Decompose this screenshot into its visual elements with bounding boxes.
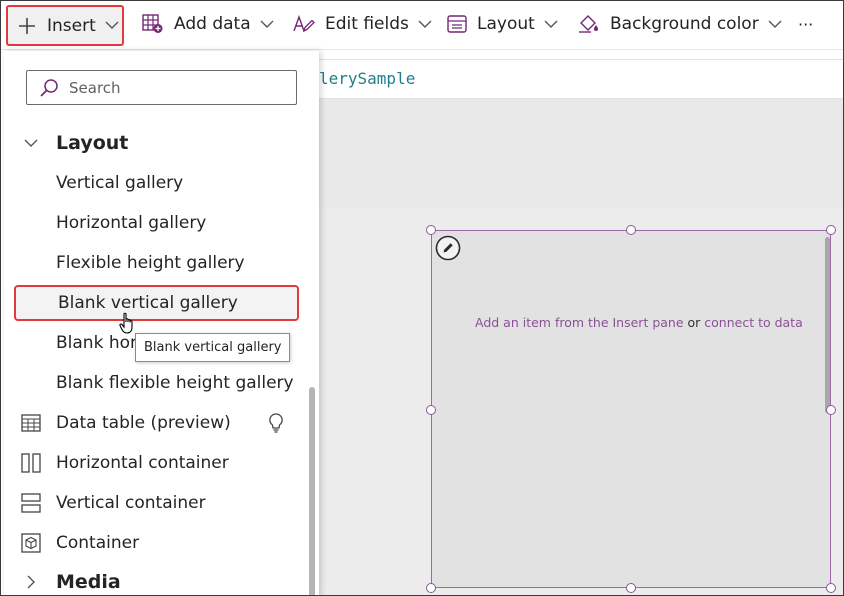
background-color-button[interactable]: Background color <box>578 1 782 47</box>
hand-cursor-icon <box>119 312 133 334</box>
chevron-down-icon <box>260 20 274 28</box>
chevron-down-icon <box>24 139 38 147</box>
more-options-button[interactable]: ··· <box>798 1 813 47</box>
chevron-down-icon <box>768 20 782 28</box>
edit-pencil-icon[interactable] <box>435 235 461 265</box>
plus-icon <box>19 17 35 34</box>
layout-label: Layout <box>477 14 535 34</box>
resize-handle-middle-right[interactable] <box>826 405 836 415</box>
layout-section-label: Layout <box>56 132 129 154</box>
media-section-label: Media <box>56 571 121 593</box>
item-label: Flexible height gallery <box>56 253 245 273</box>
pane-scrollbar[interactable] <box>309 387 315 595</box>
insert-item-vertical-container[interactable]: Vertical container <box>21 485 301 521</box>
chevron-down-icon <box>105 21 119 29</box>
layout-section-header[interactable]: Layout <box>24 129 128 157</box>
vertical-container-icon <box>21 493 41 513</box>
search-box[interactable] <box>26 70 297 105</box>
add-data-button[interactable]: Add data <box>142 1 274 47</box>
add-data-icon <box>142 14 163 33</box>
resize-handle-bottom-center[interactable] <box>626 583 636 593</box>
insert-item-data-table[interactable]: Data table (preview) <box>21 405 301 441</box>
container-icon <box>21 533 41 553</box>
add-data-label: Add data <box>174 14 251 34</box>
insert-item-blank-vertical-gallery[interactable]: Blank vertical gallery <box>14 285 299 321</box>
item-label: Blank vertical gallery <box>58 293 238 313</box>
insert-item-flexible-height-gallery[interactable]: Flexible height gallery <box>21 245 301 281</box>
tooltip: Blank vertical gallery <box>135 333 291 362</box>
chevron-down-icon <box>418 20 432 28</box>
search-icon <box>40 78 58 97</box>
lightbulb-icon[interactable] <box>268 413 284 433</box>
resize-handle-bottom-right[interactable] <box>826 583 836 593</box>
item-label: Horizontal gallery <box>56 213 207 233</box>
resize-handle-top-center[interactable] <box>626 225 636 235</box>
item-label: Blank flexible height gallery <box>56 373 294 393</box>
resize-handle-top-right[interactable] <box>826 225 836 235</box>
gallery-empty-message: Add an item from the Insert pane or conn… <box>475 315 803 330</box>
item-label: Horizontal container <box>56 453 229 473</box>
item-label: Vertical gallery <box>56 173 184 193</box>
command-bar: Insert Add data Edit fields Layout Backg… <box>1 1 843 50</box>
insert-pane-hint: Add an item from the Insert pane <box>475 315 684 330</box>
chevron-down-icon <box>544 20 558 28</box>
edit-fields-label: Edit fields <box>325 14 409 34</box>
item-label: Container <box>56 533 140 553</box>
connect-to-data-link[interactable]: connect to data <box>704 315 802 330</box>
insert-label: Insert <box>47 15 96 36</box>
insert-item-horizontal-gallery[interactable]: Horizontal gallery <box>21 205 301 241</box>
edit-fields-button[interactable]: Edit fields <box>293 1 432 47</box>
insert-item-vertical-gallery[interactable]: Vertical gallery <box>21 165 301 201</box>
resize-handle-top-left[interactable] <box>426 225 436 235</box>
insert-button[interactable]: Insert <box>6 5 124 46</box>
item-label: Vertical container <box>56 493 206 513</box>
item-label: Blank hori <box>56 333 142 353</box>
insert-pane: Layout Vertical gallery Horizontal galle… <box>4 51 319 595</box>
blank-gallery-control[interactable] <box>431 230 831 588</box>
gallery-icon <box>23 293 43 313</box>
gallery-scrollbar[interactable] <box>825 237 830 413</box>
paint-bucket-icon <box>579 15 598 33</box>
media-section-header[interactable]: Media <box>24 568 121 595</box>
formula-bar[interactable]: lerySample <box>319 59 843 99</box>
edit-fields-icon <box>293 14 315 33</box>
insert-item-container[interactable]: Container <box>21 525 301 561</box>
insert-item-horizontal-container[interactable]: Horizontal container <box>21 445 301 481</box>
horizontal-container-icon <box>21 453 41 473</box>
gallery-icon <box>21 253 41 273</box>
gallery-icon <box>21 333 41 353</box>
gallery-icon <box>21 213 41 233</box>
item-label: Data table (preview) <box>56 413 231 433</box>
layout-button[interactable]: Layout <box>447 1 558 47</box>
more-options-label: ··· <box>798 14 814 34</box>
resize-handle-middle-left[interactable] <box>426 405 436 415</box>
app-window: lerySample Add an item from the Insert p… <box>0 0 844 596</box>
layout-icon <box>447 15 467 33</box>
table-icon <box>21 413 41 433</box>
background-color-label: Background color <box>610 14 759 34</box>
gallery-icon <box>21 173 41 193</box>
insert-item-blank-flexible-height-gallery[interactable]: Blank flexible height gallery <box>21 365 301 401</box>
chevron-right-icon <box>27 575 35 589</box>
canvas-header-area <box>319 99 843 207</box>
resize-handle-bottom-left[interactable] <box>426 583 436 593</box>
or-text: or <box>683 315 705 330</box>
gallery-icon <box>21 373 41 393</box>
search-input[interactable] <box>67 77 291 98</box>
formula-text: lerySample <box>319 69 416 88</box>
